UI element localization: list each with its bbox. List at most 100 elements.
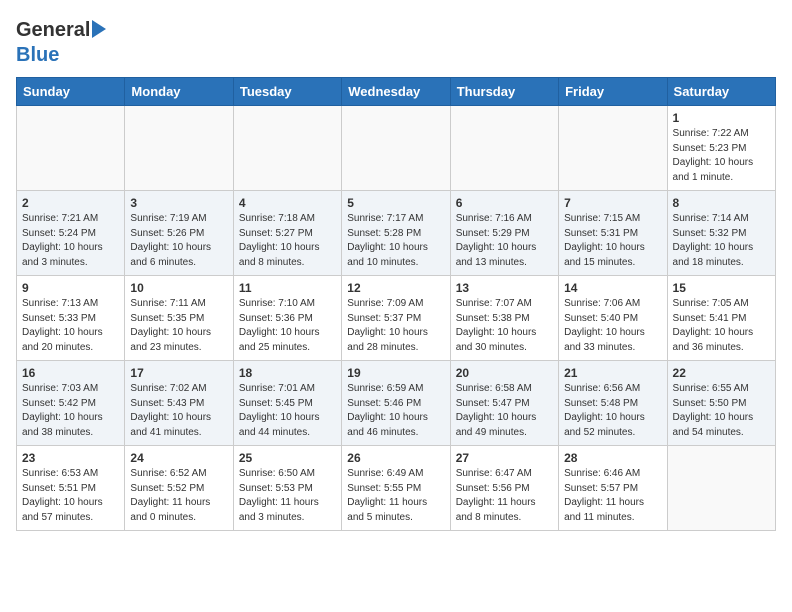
day-info: Sunrise: 7:05 AM Sunset: 5:41 PM Dayligh… [673,297,770,355]
day-info: Sunrise: 6:59 AM Sunset: 5:46 PM Dayligh… [347,382,444,440]
weekday-header-thursday: Thursday [450,78,558,106]
day-info: Sunrise: 6:47 AM Sunset: 5:56 PM Dayligh… [456,467,553,525]
weekday-header-row: SundayMondayTuesdayWednesdayThursdayFrid… [17,78,776,106]
day-cell: 3 Sunrise: 7:19 AM Sunset: 5:26 PM Daylig… [125,191,233,276]
day-info: Sunrise: 7:16 AM Sunset: 5:29 PM Dayligh… [456,212,553,270]
day-cell [17,106,125,191]
weekday-header-saturday: Saturday [667,78,775,106]
day-number: 11 [239,281,336,295]
day-cell: 20 Sunrise: 6:58 AM Sunset: 5:47 PM Dayli… [450,361,558,446]
day-number: 15 [673,281,770,295]
day-cell: 14 Sunrise: 7:06 AM Sunset: 5:40 PM Dayli… [559,276,667,361]
day-info: Sunrise: 7:15 AM Sunset: 5:31 PM Dayligh… [564,212,661,270]
day-cell: 15 Sunrise: 7:05 AM Sunset: 5:41 PM Dayli… [667,276,775,361]
day-info: Sunrise: 7:21 AM Sunset: 5:24 PM Dayligh… [22,212,119,270]
day-info: Sunrise: 6:49 AM Sunset: 5:55 PM Dayligh… [347,467,444,525]
day-number: 28 [564,451,661,465]
day-info: Sunrise: 7:02 AM Sunset: 5:43 PM Dayligh… [130,382,227,440]
day-cell [125,106,233,191]
day-number: 10 [130,281,227,295]
day-number: 24 [130,451,227,465]
day-info: Sunrise: 7:11 AM Sunset: 5:35 PM Dayligh… [130,297,227,355]
day-info: Sunrise: 7:22 AM Sunset: 5:23 PM Dayligh… [673,127,770,185]
day-cell: 27 Sunrise: 6:47 AM Sunset: 5:56 PM Dayli… [450,446,558,531]
day-info: Sunrise: 6:55 AM Sunset: 5:50 PM Dayligh… [673,382,770,440]
day-number: 14 [564,281,661,295]
day-cell: 21 Sunrise: 6:56 AM Sunset: 5:48 PM Dayli… [559,361,667,446]
weekday-header-monday: Monday [125,78,233,106]
day-number: 6 [456,196,553,210]
day-number: 16 [22,366,119,380]
day-cell: 26 Sunrise: 6:49 AM Sunset: 5:55 PM Dayli… [342,446,450,531]
day-cell: 10 Sunrise: 7:11 AM Sunset: 5:35 PM Dayli… [125,276,233,361]
day-info: Sunrise: 6:46 AM Sunset: 5:57 PM Dayligh… [564,467,661,525]
day-info: Sunrise: 7:06 AM Sunset: 5:40 PM Dayligh… [564,297,661,355]
day-info: Sunrise: 7:18 AM Sunset: 5:27 PM Dayligh… [239,212,336,270]
week-row-4: 16 Sunrise: 7:03 AM Sunset: 5:42 PM Dayli… [17,361,776,446]
day-cell: 1 Sunrise: 7:22 AM Sunset: 5:23 PM Daylig… [667,106,775,191]
day-number: 9 [22,281,119,295]
day-cell: 6 Sunrise: 7:16 AM Sunset: 5:29 PM Daylig… [450,191,558,276]
day-number: 5 [347,196,444,210]
day-info: Sunrise: 7:03 AM Sunset: 5:42 PM Dayligh… [22,382,119,440]
day-number: 19 [347,366,444,380]
week-row-3: 9 Sunrise: 7:13 AM Sunset: 5:33 PM Daylig… [17,276,776,361]
day-cell: 22 Sunrise: 6:55 AM Sunset: 5:50 PM Dayli… [667,361,775,446]
day-number: 21 [564,366,661,380]
day-cell: 16 Sunrise: 7:03 AM Sunset: 5:42 PM Dayli… [17,361,125,446]
day-cell [233,106,341,191]
day-info: Sunrise: 7:19 AM Sunset: 5:26 PM Dayligh… [130,212,227,270]
day-cell: 25Sunrise: 6:50 AM Sunset: 5:53 PM Dayli… [233,446,341,531]
day-cell: 24 Sunrise: 6:52 AM Sunset: 5:52 PM Dayli… [125,446,233,531]
day-info: Sunrise: 7:01 AM Sunset: 5:45 PM Dayligh… [239,382,336,440]
day-number: 20 [456,366,553,380]
day-cell: 28 Sunrise: 6:46 AM Sunset: 5:57 PM Dayli… [559,446,667,531]
day-number: 12 [347,281,444,295]
weekday-header-tuesday: Tuesday [233,78,341,106]
day-cell: 23 Sunrise: 6:53 AM Sunset: 5:51 PM Dayli… [17,446,125,531]
week-row-5: 23 Sunrise: 6:53 AM Sunset: 5:51 PM Dayli… [17,446,776,531]
day-number: 22 [673,366,770,380]
day-info: Sunrise: 7:13 AM Sunset: 5:33 PM Dayligh… [22,297,119,355]
day-info: Sunrise: 6:52 AM Sunset: 5:52 PM Dayligh… [130,467,227,525]
day-cell: 2 Sunrise: 7:21 AM Sunset: 5:24 PM Daylig… [17,191,125,276]
day-number: 17 [130,366,227,380]
day-number: 27 [456,451,553,465]
day-cell: 9 Sunrise: 7:13 AM Sunset: 5:33 PM Daylig… [17,276,125,361]
day-info: Sunrise: 7:14 AM Sunset: 5:32 PM Dayligh… [673,212,770,270]
day-cell: 19 Sunrise: 6:59 AM Sunset: 5:46 PM Dayli… [342,361,450,446]
logo-blue-text: Blue [16,44,59,67]
day-number: 4 [239,196,336,210]
day-info: Sunrise: 6:50 AM Sunset: 5:53 PM Dayligh… [239,467,336,525]
day-number: 3 [130,196,227,210]
day-info: Sunrise: 6:56 AM Sunset: 5:48 PM Dayligh… [564,382,661,440]
day-number: 13 [456,281,553,295]
day-cell: 17 Sunrise: 7:02 AM Sunset: 5:43 PM Dayli… [125,361,233,446]
day-info: Sunrise: 7:07 AM Sunset: 5:38 PM Dayligh… [456,297,553,355]
day-number: 7 [564,196,661,210]
logo-wordmark: General [16,20,106,40]
day-number: 1 [673,111,770,125]
week-row-2: 2 Sunrise: 7:21 AM Sunset: 5:24 PM Daylig… [17,191,776,276]
day-cell: 4 Sunrise: 7:18 AM Sunset: 5:27 PM Daylig… [233,191,341,276]
day-number: 18 [239,366,336,380]
day-cell: 12 Sunrise: 7:09 AM Sunset: 5:37 PM Dayli… [342,276,450,361]
day-number: 2 [22,196,119,210]
day-cell: 5Sunrise: 7:17 AM Sunset: 5:28 PM Daylig… [342,191,450,276]
logo: General Blue [16,20,106,67]
day-cell: 8 Sunrise: 7:14 AM Sunset: 5:32 PM Daylig… [667,191,775,276]
day-number: 8 [673,196,770,210]
day-cell: 13 Sunrise: 7:07 AM Sunset: 5:38 PM Dayli… [450,276,558,361]
weekday-header-friday: Friday [559,78,667,106]
day-info: Sunrise: 6:58 AM Sunset: 5:47 PM Dayligh… [456,382,553,440]
day-cell: 18 Sunrise: 7:01 AM Sunset: 5:45 PM Dayli… [233,361,341,446]
day-info: Sunrise: 6:53 AM Sunset: 5:51 PM Dayligh… [22,467,119,525]
page-header: General Blue [16,16,776,67]
logo-arrow-icon [92,20,106,38]
day-cell [559,106,667,191]
day-number: 23 [22,451,119,465]
weekday-header-wednesday: Wednesday [342,78,450,106]
day-cell [450,106,558,191]
day-number: 26 [347,451,444,465]
day-info: Sunrise: 7:09 AM Sunset: 5:37 PM Dayligh… [347,297,444,355]
